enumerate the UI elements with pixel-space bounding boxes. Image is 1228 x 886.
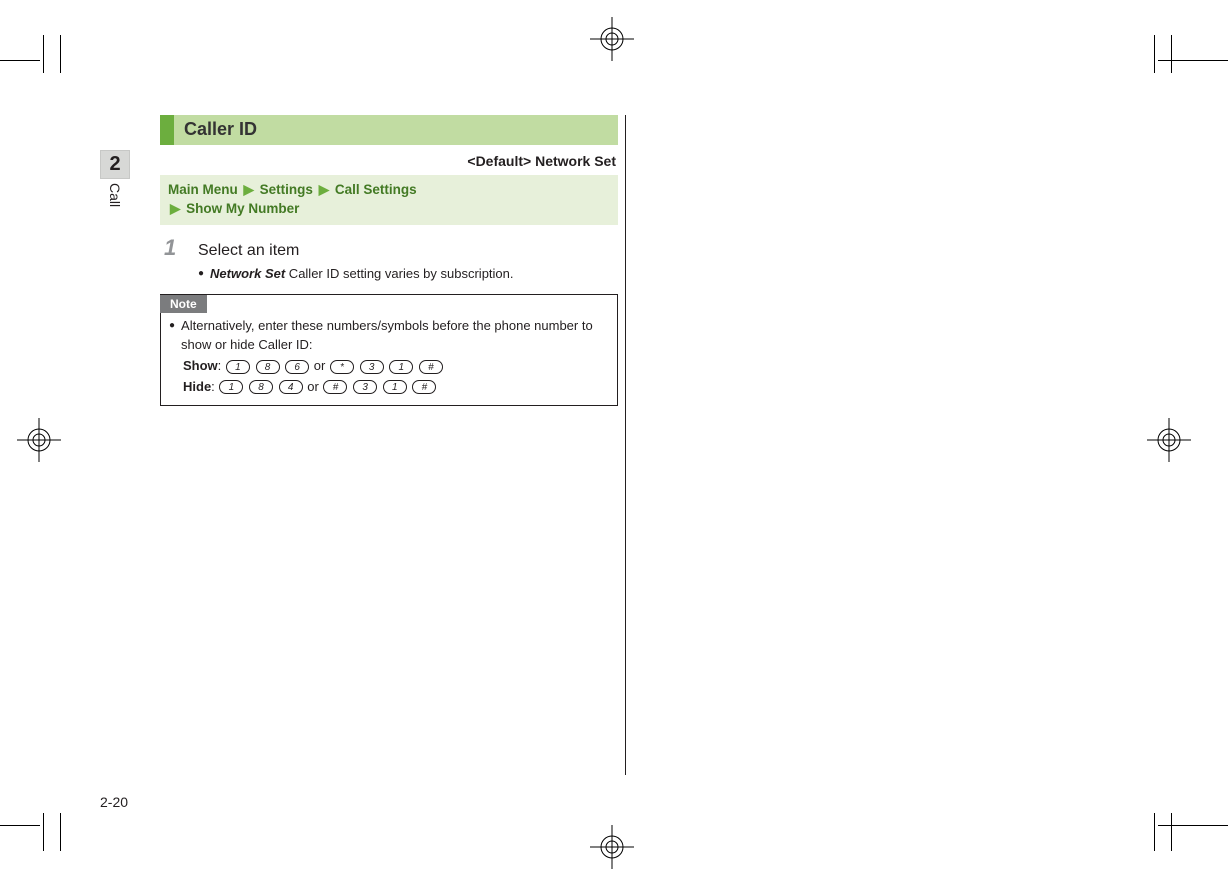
crop-mark (43, 813, 44, 851)
section-title-bar: Caller ID (160, 115, 618, 145)
bullet-rest: Caller ID setting varies by subscription… (285, 266, 513, 281)
chapter-label: Call (107, 179, 123, 211)
crop-mark (0, 60, 40, 61)
hide-label: Hide (183, 379, 211, 394)
crop-mark (1171, 813, 1172, 851)
step-bullet: ● Network Set Caller ID setting varies b… (160, 265, 618, 283)
key-icon: # (412, 380, 436, 394)
crop-mark (1158, 60, 1228, 61)
registration-mark-icon (1147, 418, 1191, 462)
crop-mark (1154, 35, 1155, 73)
registration-mark-icon (17, 418, 61, 462)
step-text: Select an item (198, 242, 299, 260)
key-icon: 1 (389, 360, 413, 374)
show-label: Show (183, 358, 218, 373)
breadcrumb-arrow-icon: ▶ (244, 182, 254, 197)
column-divider (625, 115, 626, 775)
chapter-tab: 2 Call (100, 150, 130, 216)
key-icon: 8 (249, 380, 273, 394)
step-number: 1 (164, 235, 184, 261)
key-icon: 1 (226, 360, 250, 374)
key-icon: # (419, 360, 443, 374)
registration-mark-icon (590, 17, 634, 61)
bullet-icon: ● (169, 317, 175, 355)
title-accent (160, 115, 174, 145)
key-icon: 3 (360, 360, 384, 374)
note-show-line: Show: 1 8 6 or * 3 1 # (169, 357, 609, 376)
page-number: 2-20 (100, 794, 128, 810)
step: 1 Select an item (160, 225, 618, 265)
key-icon: 6 (285, 360, 309, 374)
breadcrumb-item: Main Menu (168, 182, 238, 197)
default-setting-line: <Default> Network Set (160, 145, 618, 175)
crop-mark (0, 825, 40, 826)
or-text: or (307, 379, 319, 394)
breadcrumb-item: Settings (260, 182, 313, 197)
bullet-icon: ● (198, 265, 204, 283)
section-title: Caller ID (174, 115, 267, 145)
note-label: Note (160, 295, 207, 313)
breadcrumb-item: Show My Number (186, 201, 299, 216)
breadcrumb-arrow-icon: ▶ (319, 182, 329, 197)
menu-path: Main Menu ▶ Settings ▶ Call Settings ▶ S… (160, 175, 618, 225)
breadcrumb-item: Call Settings (335, 182, 417, 197)
crop-mark (60, 813, 61, 851)
note-hide-line: Hide: 1 8 4 or # 3 1 # (169, 378, 609, 397)
key-icon: # (323, 380, 347, 394)
note-body: ● Alternatively, enter these numbers/sym… (161, 313, 617, 404)
bullet-text: Network Set Caller ID setting varies by … (210, 265, 513, 283)
left-column: Caller ID <Default> Network Set Main Men… (160, 115, 618, 406)
key-icon: * (330, 360, 354, 374)
bullet-term: Network Set (210, 266, 285, 281)
breadcrumb-arrow-icon: ▶ (170, 201, 180, 216)
registration-mark-icon (590, 825, 634, 869)
note-intro: Alternatively, enter these numbers/symbo… (181, 317, 609, 355)
chapter-number: 2 (100, 150, 130, 179)
crop-mark (1154, 813, 1155, 851)
crop-mark (60, 35, 61, 73)
key-icon: 8 (256, 360, 280, 374)
key-icon: 1 (383, 380, 407, 394)
crop-mark (1171, 35, 1172, 73)
key-icon: 1 (219, 380, 243, 394)
key-icon: 4 (279, 380, 303, 394)
or-text: or (314, 358, 326, 373)
key-icon: 3 (353, 380, 377, 394)
note-box: Note ● Alternatively, enter these number… (160, 294, 618, 405)
crop-mark (43, 35, 44, 73)
crop-mark (1158, 825, 1228, 826)
page-content: 2 Call Caller ID <Default> Network Set M… (100, 90, 1140, 810)
